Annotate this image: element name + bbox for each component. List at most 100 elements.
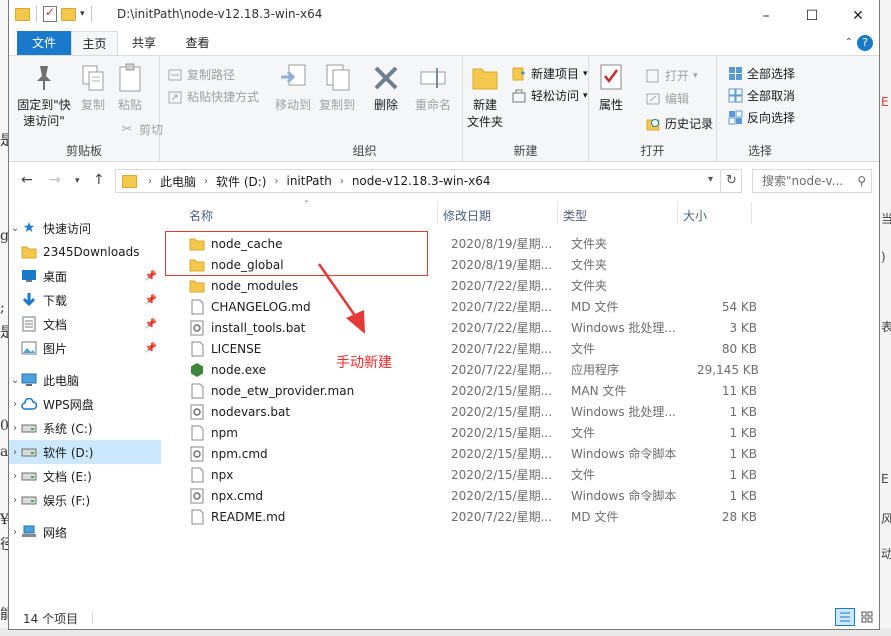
history-button[interactable]: 历史记录 — [645, 115, 713, 132]
file-row[interactable]: nodevars.bat 2020/2/15/星期... Windows 批处理..… — [179, 401, 759, 422]
file-row[interactable]: README.md 2020/7/22/星期... MD 文件 28 KB — [179, 506, 759, 527]
column-date[interactable]: 修改日期 — [443, 207, 491, 224]
tab-file[interactable]: 文件 — [17, 31, 71, 55]
details-view-button[interactable] — [835, 608, 855, 626]
file-row[interactable]: node_etw_provider.man 2020/2/15/星期... MAN … — [179, 380, 759, 401]
maximize-button[interactable]: ☐ — [789, 0, 835, 31]
help-icon[interactable]: ? — [857, 35, 873, 51]
nav-drive-item[interactable]: › 文档 (E:) — [9, 464, 161, 488]
collapse-ribbon-chevron-icon[interactable]: ⌃ — [845, 37, 853, 48]
address-bar[interactable]: › 此电脑 › 软件 (D:) › initPath › node-v12.18… — [115, 169, 742, 193]
new-folder-qat-icon[interactable] — [61, 7, 76, 21]
file-row[interactable]: install_tools.bat 2020/7/22/星期... Windows … — [179, 317, 759, 338]
expand-chevron-icon[interactable]: › — [9, 471, 21, 482]
expand-chevron-icon[interactable]: › — [9, 447, 21, 458]
move-to-button[interactable]: 移动到 — [273, 62, 313, 114]
refresh-icon[interactable]: ↻ — [720, 170, 742, 192]
file-type: MD 文件 — [571, 300, 619, 314]
expand-chevron-icon[interactable]: ⌄ — [9, 375, 21, 386]
file-size: 54 KB — [721, 299, 757, 314]
cut-button[interactable]: ✂ 剪切 — [119, 121, 163, 138]
select-none-button[interactable]: 全部取消 — [727, 87, 795, 104]
nav-quick-access-item[interactable]: 图片 📌 — [9, 336, 161, 360]
nav-quick-access-item[interactable]: 下载 📌 — [9, 288, 161, 312]
easy-access-button[interactable]: 轻松访问 ▾ — [511, 87, 588, 104]
column-header: ⌃ 名称 修改日期 类型 大小 — [169, 198, 879, 228]
nav-this-pc[interactable]: ⌄ 此电脑 — [9, 368, 161, 392]
nav-quick-access-item[interactable]: 文档 📌 — [9, 312, 161, 336]
expand-chevron-icon[interactable]: › — [9, 527, 21, 538]
nav-drive-item[interactable]: › WPS网盘 — [9, 392, 161, 416]
window-controls: – ☐ ✕ — [743, 0, 879, 31]
customize-qat-chevron-icon[interactable]: ▾ — [80, 9, 85, 19]
nav-network[interactable]: › 网络 — [9, 520, 161, 544]
invert-selection-button[interactable]: 反向选择 — [727, 109, 795, 126]
expand-chevron-icon[interactable]: › — [9, 423, 21, 434]
drive-icon — [21, 420, 37, 436]
file-icon — [189, 467, 205, 482]
new-item-button[interactable]: 新建项目 ▾ — [511, 65, 588, 82]
up-arrow-icon[interactable]: ↑ — [93, 172, 105, 188]
new-folder-button[interactable]: 新建 文件夹 — [465, 62, 505, 131]
file-name: npx — [211, 467, 234, 482]
breadcrumb-node-folder[interactable]: node-v12.18.3-win-x64 — [347, 174, 496, 188]
column-type[interactable]: 类型 — [563, 207, 587, 224]
file-icon — [189, 341, 205, 356]
back-arrow-icon[interactable]: ← — [21, 172, 33, 188]
breadcrumb-initpath[interactable]: initPath — [281, 174, 336, 188]
breadcrumb-this-pc[interactable]: 此电脑 — [155, 173, 201, 190]
close-button[interactable]: ✕ — [835, 0, 879, 31]
rename-button[interactable]: 重命名 — [411, 62, 455, 114]
forward-arrow-icon[interactable]: → — [49, 172, 61, 188]
properties-qat-icon[interactable] — [43, 5, 57, 22]
file-name: npx.cmd — [211, 488, 264, 503]
expand-chevron-icon[interactable]: › — [9, 399, 21, 410]
copy-to-button[interactable]: 复制到 — [317, 62, 357, 114]
nav-quick-access-item[interactable]: 桌面 📌 — [9, 264, 161, 288]
file-row[interactable]: node_modules 2020/7/22/星期... 文件夹 — [179, 275, 759, 296]
recent-locations-chevron-icon[interactable]: ▾ — [75, 176, 80, 186]
open-button[interactable]: 打开 ▾ — [645, 67, 698, 84]
tab-view[interactable]: 查看 — [170, 31, 225, 55]
search-input[interactable]: 搜索"node-v... ⚲ — [752, 169, 872, 193]
large-icons-view-button[interactable] — [857, 608, 877, 626]
background-right-edge: E 当 ) 表 E 风 动 — [879, 0, 891, 636]
nav-quick-access[interactable]: ⌄ ★ 快速访问 — [9, 216, 161, 240]
pin-to-quick-access-button[interactable]: 固定到"快速访问" — [13, 62, 75, 129]
expand-chevron-icon[interactable]: ⌄ — [9, 223, 21, 234]
file-type: 文件 — [571, 342, 596, 356]
delete-button[interactable]: 删除 — [369, 62, 403, 114]
select-all-button[interactable]: 全部选择 — [727, 65, 795, 82]
breadcrumb-drive-d[interactable]: 软件 (D:) — [211, 173, 271, 190]
file-name: node.exe — [211, 362, 267, 377]
address-dropdown-chevron-icon[interactable]: ▾ — [708, 174, 713, 185]
nav-drive-item[interactable]: › 系统 (C:) — [9, 416, 161, 440]
file-type: 文件夹 — [571, 279, 608, 293]
nav-drive-item[interactable]: › 软件 (D:) — [9, 440, 161, 464]
nav-drive-item[interactable]: › 娱乐 (F:) — [9, 488, 161, 512]
file-date: 2020/2/15/星期... — [451, 405, 553, 419]
expand-chevron-icon[interactable]: › — [9, 495, 21, 506]
batch-file-icon — [189, 404, 205, 419]
nav-quick-access-item[interactable]: 2345Downloads — [9, 240, 161, 264]
copy-button[interactable]: 复制 — [77, 62, 109, 114]
file-row[interactable]: node.exe 2020/7/22/星期... 应用程序 29,145 KB — [179, 359, 759, 380]
drive-icon — [21, 492, 37, 508]
file-row[interactable]: CHANGELOG.md 2020/7/22/星期... MD 文件 54 KB — [179, 296, 759, 317]
minimize-button[interactable]: – — [743, 0, 789, 31]
properties-button[interactable]: 属性 — [593, 62, 629, 114]
paste-button[interactable]: 粘贴 — [113, 62, 147, 114]
easy-access-icon — [511, 88, 527, 104]
column-size[interactable]: 大小 — [683, 207, 707, 224]
file-row[interactable]: LICENSE 2020/7/22/星期... 文件 80 KB — [179, 338, 759, 359]
file-date: 2020/8/19/星期... — [451, 258, 553, 272]
column-name[interactable]: 名称 — [189, 207, 213, 224]
select-none-icon — [727, 88, 743, 104]
file-row[interactable]: npx.cmd 2020/2/15/星期... Windows 命令脚本 1 KB — [179, 485, 759, 506]
tab-home[interactable]: 主页 — [71, 31, 118, 55]
file-row[interactable]: npx 2020/2/15/星期... 文件 1 KB — [179, 464, 759, 485]
edit-button[interactable]: 编辑 — [645, 90, 689, 107]
file-row[interactable]: npm 2020/2/15/星期... 文件 1 KB — [179, 422, 759, 443]
file-row[interactable]: npm.cmd 2020/2/15/星期... Windows 命令脚本 1 KB — [179, 443, 759, 464]
tab-share[interactable]: 共享 — [118, 31, 170, 55]
